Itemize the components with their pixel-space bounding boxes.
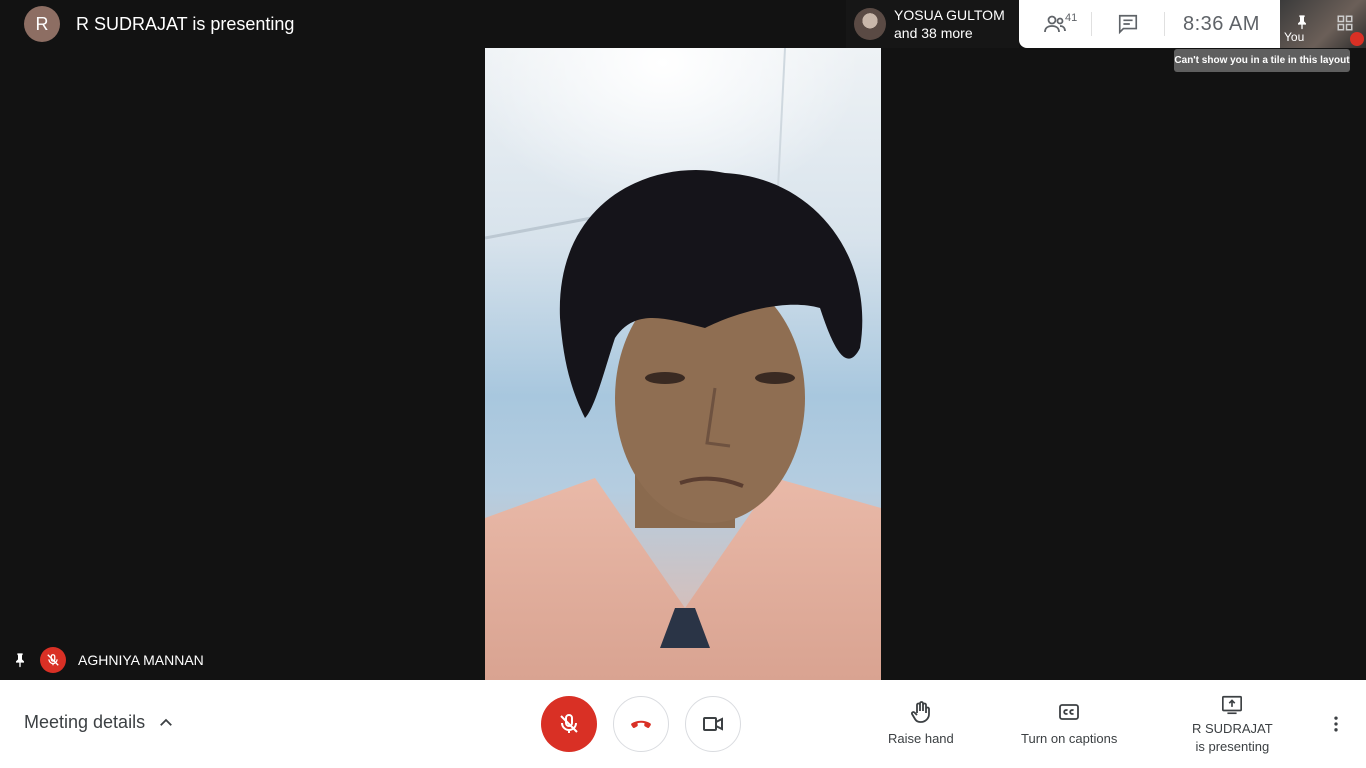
more-vert-icon bbox=[1334, 716, 1338, 732]
participant-more: and 38 more bbox=[894, 25, 973, 41]
speaker-mic-off-icon bbox=[40, 647, 66, 673]
pin-icon[interactable] bbox=[1294, 14, 1310, 30]
people-icon bbox=[1044, 15, 1066, 33]
layout-grid-icon[interactable] bbox=[1336, 14, 1354, 32]
presenter-avatar: R bbox=[24, 6, 60, 42]
mic-off-icon bbox=[560, 714, 578, 733]
speaker-name: AGHNIYA MANNAN bbox=[78, 652, 204, 668]
participant-video-feed bbox=[485, 48, 881, 680]
more-options-button[interactable] bbox=[1326, 712, 1346, 741]
present-screen-icon bbox=[1222, 695, 1243, 715]
meeting-details-button[interactable]: Meeting details bbox=[24, 712, 175, 733]
raise-hand-label: Raise hand bbox=[888, 731, 954, 746]
camera-toggle-button[interactable] bbox=[685, 696, 741, 752]
tooltip: Can't show you in a tile in this layout bbox=[1174, 49, 1350, 72]
closed-captions-icon bbox=[1059, 704, 1080, 720]
pin-icon[interactable] bbox=[12, 650, 28, 670]
participant-name: YOSUA GULTOM bbox=[894, 7, 1005, 23]
hand-icon bbox=[910, 701, 930, 723]
bottom-bar: Meeting details Raise hand Turn on capti… bbox=[0, 680, 1366, 768]
people-button[interactable]: 41 bbox=[1019, 0, 1091, 48]
top-toolbar: 41 8:36 AM bbox=[1019, 0, 1280, 48]
captions-label: Turn on captions bbox=[1021, 731, 1118, 746]
presenting-line2: is presenting bbox=[1195, 739, 1270, 754]
chat-icon bbox=[1118, 14, 1138, 35]
microphone-toggle-button[interactable] bbox=[541, 696, 597, 752]
self-tile[interactable]: You bbox=[1280, 0, 1366, 48]
chat-button[interactable] bbox=[1092, 0, 1164, 48]
meeting-details-label: Meeting details bbox=[24, 712, 146, 732]
self-mic-off-icon bbox=[1350, 32, 1364, 46]
camera-icon bbox=[703, 717, 723, 731]
raise-hand-button[interactable]: Raise hand bbox=[888, 700, 954, 748]
participant-video bbox=[485, 48, 881, 680]
speaker-label: AGHNIYA MANNAN bbox=[12, 646, 204, 674]
presenting-title: R SUDRAJAT is presenting bbox=[76, 13, 295, 34]
participant-count: 41 bbox=[1065, 12, 1078, 24]
presenting-button[interactable]: R SUDRAJAT is presenting bbox=[1192, 694, 1273, 756]
leave-call-button[interactable] bbox=[613, 696, 669, 752]
hang-up-icon bbox=[631, 720, 651, 729]
participants-chip[interactable]: YOSUA GULTOM and 38 more bbox=[846, 0, 1019, 48]
captions-button[interactable]: Turn on captions bbox=[1021, 700, 1117, 748]
clock: 8:36 AM bbox=[1183, 12, 1260, 35]
chevron-up-icon bbox=[160, 718, 172, 726]
participant-avatar bbox=[854, 8, 886, 40]
presenting-line1: R SUDRAJAT bbox=[1192, 721, 1273, 736]
presenter-header: R R SUDRAJAT is presenting bbox=[24, 6, 294, 42]
self-label: You bbox=[1284, 30, 1305, 44]
